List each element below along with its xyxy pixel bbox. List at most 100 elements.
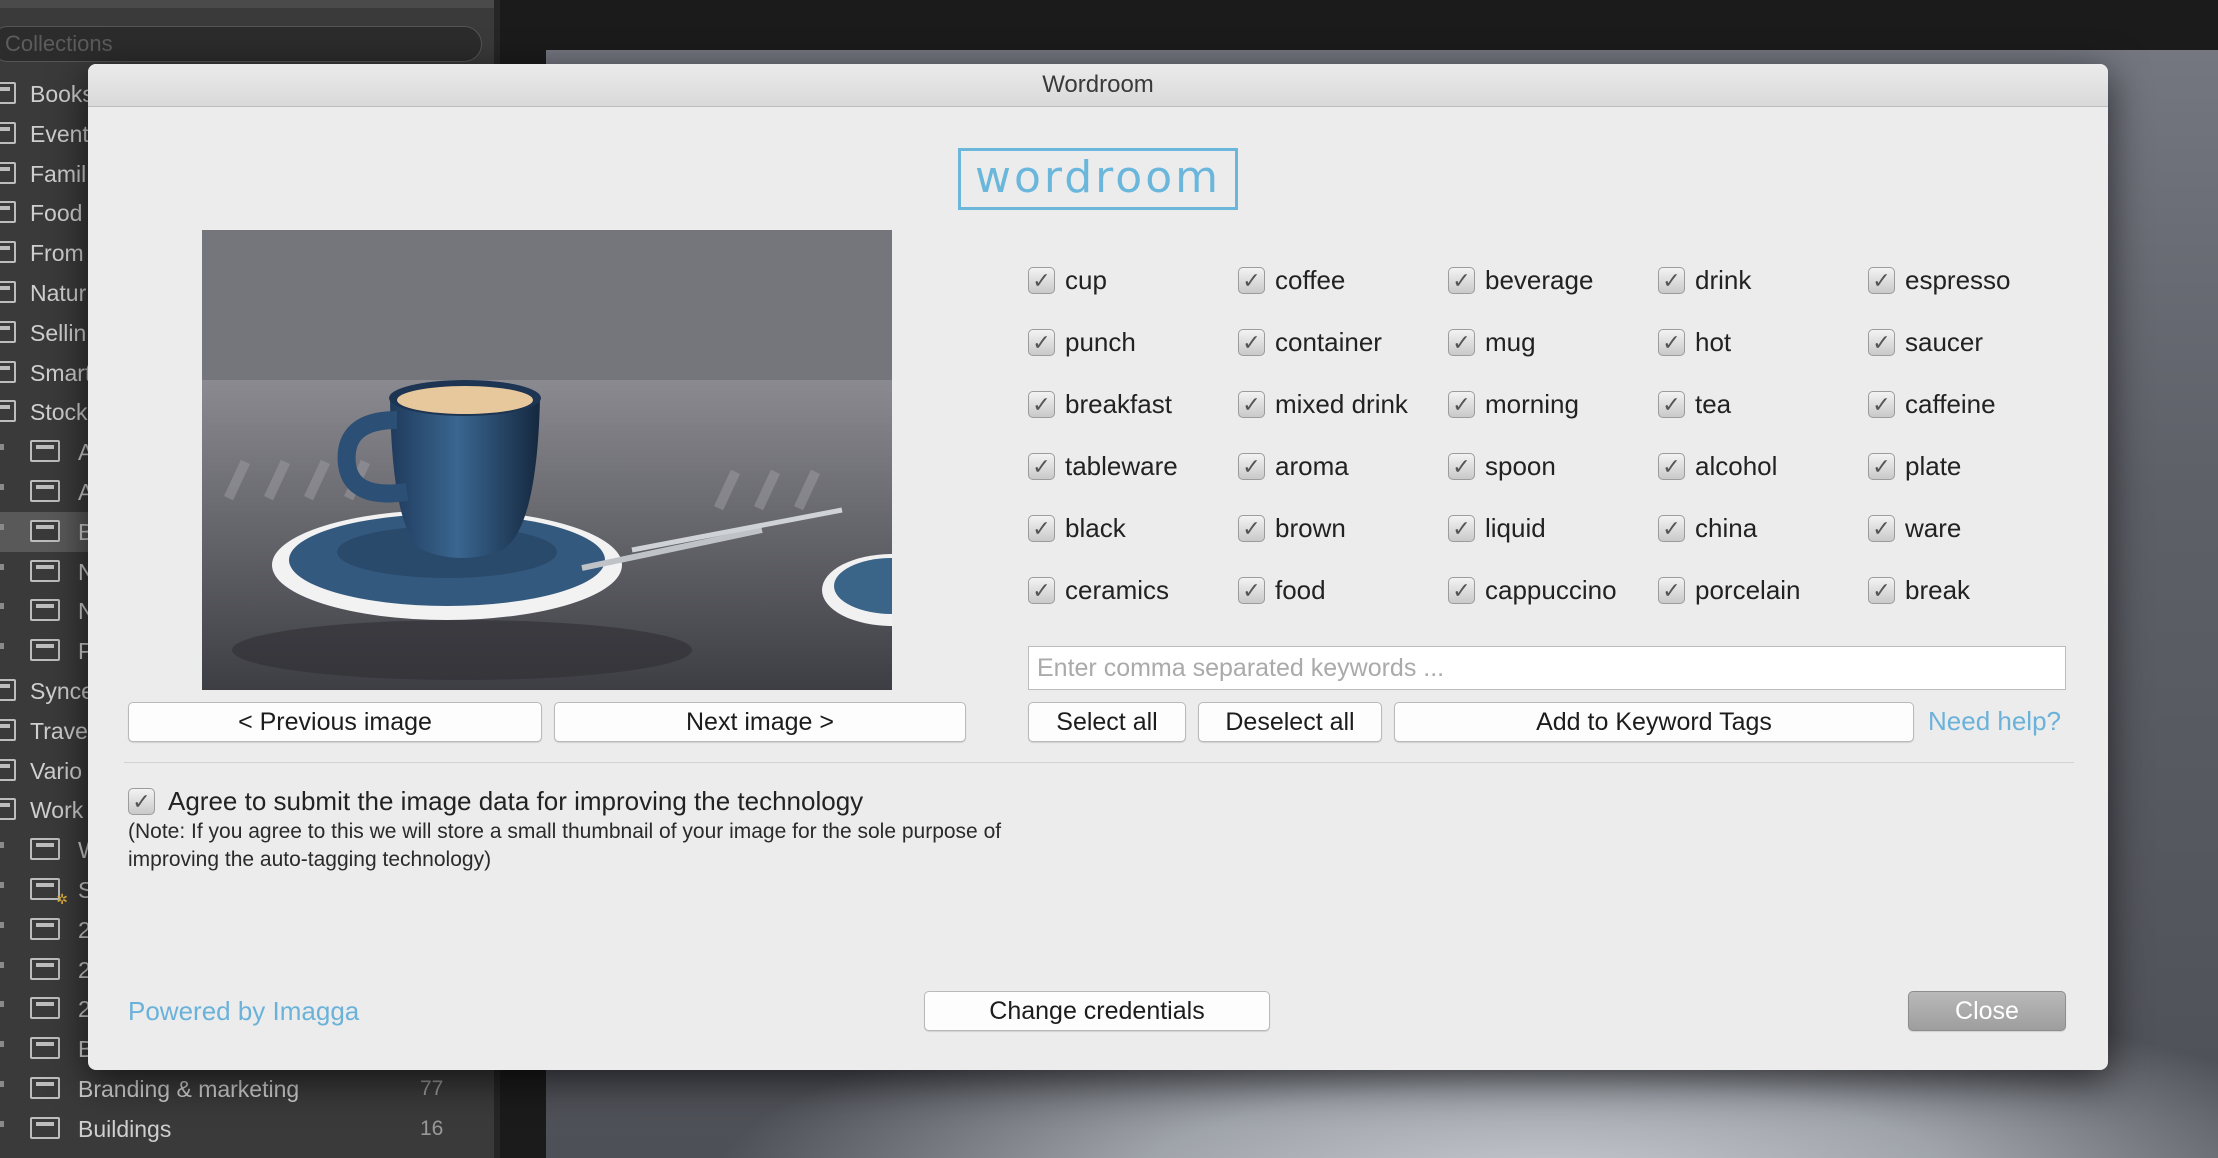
keyword-checkbox[interactable]: ✓ xyxy=(1658,329,1685,356)
keyword-checkbox[interactable]: ✓ xyxy=(1238,267,1265,294)
collection-label: From xyxy=(30,240,84,267)
keyword-checkbox[interactable]: ✓ xyxy=(1028,391,1055,418)
keyword-checkbox[interactable]: ✓ xyxy=(1238,515,1265,542)
expand-triangle-icon[interactable] xyxy=(0,961,4,968)
keyword-label: container xyxy=(1275,327,1382,357)
previous-image-button[interactable]: < Previous image xyxy=(128,702,542,742)
next-image-button[interactable]: Next image > xyxy=(554,702,966,742)
keyword-checkbox[interactable]: ✓ xyxy=(1238,453,1265,480)
keyword-checkbox[interactable]: ✓ xyxy=(1448,577,1475,604)
expand-triangle-icon[interactable] xyxy=(0,842,4,849)
collection-set-icon xyxy=(0,679,16,701)
keyword-checkbox[interactable]: ✓ xyxy=(1028,515,1055,542)
expand-triangle-icon[interactable] xyxy=(0,1081,4,1087)
keyword-checkbox[interactable]: ✓ xyxy=(1028,329,1055,356)
agree-label: Agree to submit the image data for impro… xyxy=(168,786,864,816)
collection-label: Event xyxy=(30,120,89,147)
collection-set-icon xyxy=(0,718,16,741)
keyword-checkbox[interactable]: ✓ xyxy=(1868,329,1895,356)
keyword-label: espresso xyxy=(1905,265,2011,295)
keyword-label: cappuccino xyxy=(1485,575,1617,605)
keyword-checkbox[interactable]: ✓ xyxy=(1448,267,1475,294)
collection-set-icon xyxy=(0,758,16,781)
expand-triangle-icon[interactable] xyxy=(0,882,4,888)
close-button[interactable]: Close xyxy=(1908,991,2066,1031)
keyword-label: plate xyxy=(1905,451,1962,481)
collections-filter-input[interactable]: Collections xyxy=(0,26,482,62)
keyword-checkbox[interactable]: ✓ xyxy=(1238,391,1265,418)
keyword-checkbox[interactable]: ✓ xyxy=(1868,577,1895,604)
keyword-checkbox[interactable]: ✓ xyxy=(1448,329,1475,356)
collection-icon xyxy=(30,599,60,622)
expand-triangle-icon[interactable] xyxy=(0,563,4,570)
collection-count: 16 xyxy=(420,1116,444,1140)
collection-icon xyxy=(30,1037,60,1060)
keyword-checkbox[interactable]: ✓ xyxy=(1658,267,1685,294)
keyword-label: china xyxy=(1695,513,1758,543)
keyword-label: break xyxy=(1905,575,1971,605)
keyword-checkbox[interactable]: ✓ xyxy=(1868,391,1895,418)
deselect-all-button[interactable]: Deselect all xyxy=(1198,702,1382,742)
expand-triangle-icon[interactable] xyxy=(0,484,4,490)
keyword-label: saucer xyxy=(1905,327,1984,357)
keyword-checkbox[interactable]: ✓ xyxy=(1658,453,1685,480)
expand-triangle-icon[interactable] xyxy=(0,444,4,451)
keyword-checkbox[interactable]: ✓ xyxy=(1448,515,1475,542)
add-to-keyword-tags-button[interactable]: Add to Keyword Tags xyxy=(1394,702,1914,742)
keyword-checkbox[interactable]: ✓ xyxy=(1028,267,1055,294)
expand-triangle-icon[interactable] xyxy=(0,1120,4,1127)
collection-item[interactable]: Branding & marketing 77 xyxy=(0,1069,480,1109)
collection-icon xyxy=(30,917,60,940)
smart-collection-icon xyxy=(30,878,68,908)
expand-triangle-icon[interactable] xyxy=(0,1001,4,1008)
keyword-label: caffeine xyxy=(1905,389,1996,419)
keyword-checkbox[interactable]: ✓ xyxy=(1868,515,1895,542)
coffee-cup-photo xyxy=(202,230,892,690)
keyword-input[interactable] xyxy=(1028,646,2066,690)
keyword-label: drink xyxy=(1695,265,1752,295)
agree-checkbox[interactable]: ✓ xyxy=(128,788,155,815)
collection-set-icon xyxy=(0,82,16,104)
expand-triangle-icon[interactable] xyxy=(0,1041,4,1048)
keyword-checkbox[interactable]: ✓ xyxy=(1028,453,1055,480)
agree-note: (Note: If you agree to this we will stor… xyxy=(128,820,1002,871)
keyword-label: liquid xyxy=(1485,513,1546,543)
collection-label: Synce xyxy=(30,678,94,704)
keyword-checkbox[interactable]: ✓ xyxy=(1028,577,1055,604)
collection-label: Work xyxy=(30,797,84,824)
wordroom-logo: wordroom xyxy=(958,148,1238,210)
need-help-link[interactable]: Need help? xyxy=(1928,706,2061,737)
keyword-label: porcelain xyxy=(1695,575,1801,605)
collection-set-icon xyxy=(0,281,16,303)
expand-triangle-icon[interactable] xyxy=(0,603,4,610)
collection-count: 77 xyxy=(420,1077,444,1100)
keyword-checkbox[interactable]: ✓ xyxy=(1658,577,1685,604)
separator xyxy=(124,762,2074,763)
collection-icon xyxy=(30,480,60,502)
collection-set-icon xyxy=(0,161,16,184)
powered-by-imagga-link[interactable]: Powered by Imagga xyxy=(128,996,359,1027)
keyword-checkbox[interactable]: ✓ xyxy=(1448,453,1475,480)
collection-set-icon xyxy=(0,360,16,383)
collection-icon xyxy=(30,1077,60,1099)
keyword-checkbox[interactable]: ✓ xyxy=(1868,453,1895,480)
keyword-label: food xyxy=(1275,575,1326,605)
keyword-label: alcohol xyxy=(1695,451,1778,481)
collection-label: Vario xyxy=(30,757,82,784)
expand-triangle-icon[interactable] xyxy=(0,921,4,928)
keyword-checkbox[interactable]: ✓ xyxy=(1238,329,1265,356)
expand-triangle-icon[interactable] xyxy=(0,523,4,530)
keyword-checkbox[interactable]: ✓ xyxy=(1238,577,1265,604)
keyword-label: tableware xyxy=(1065,451,1178,481)
change-credentials-button[interactable]: Change credentials xyxy=(924,991,1270,1031)
keyword-checkbox[interactable]: ✓ xyxy=(1658,515,1685,542)
select-all-button[interactable]: Select all xyxy=(1028,702,1186,742)
keyword-checkbox[interactable]: ✓ xyxy=(1658,391,1685,418)
keyword-checkbox[interactable]: ✓ xyxy=(1868,267,1895,294)
collection-icon xyxy=(30,1116,60,1139)
keyword-label: ware xyxy=(1905,513,1962,543)
keyword-checkbox[interactable]: ✓ xyxy=(1448,391,1475,418)
collection-item[interactable]: Buildings 16 xyxy=(0,1109,480,1149)
collection-label: Branding & marketing xyxy=(78,1076,300,1102)
expand-triangle-icon[interactable] xyxy=(0,643,4,650)
